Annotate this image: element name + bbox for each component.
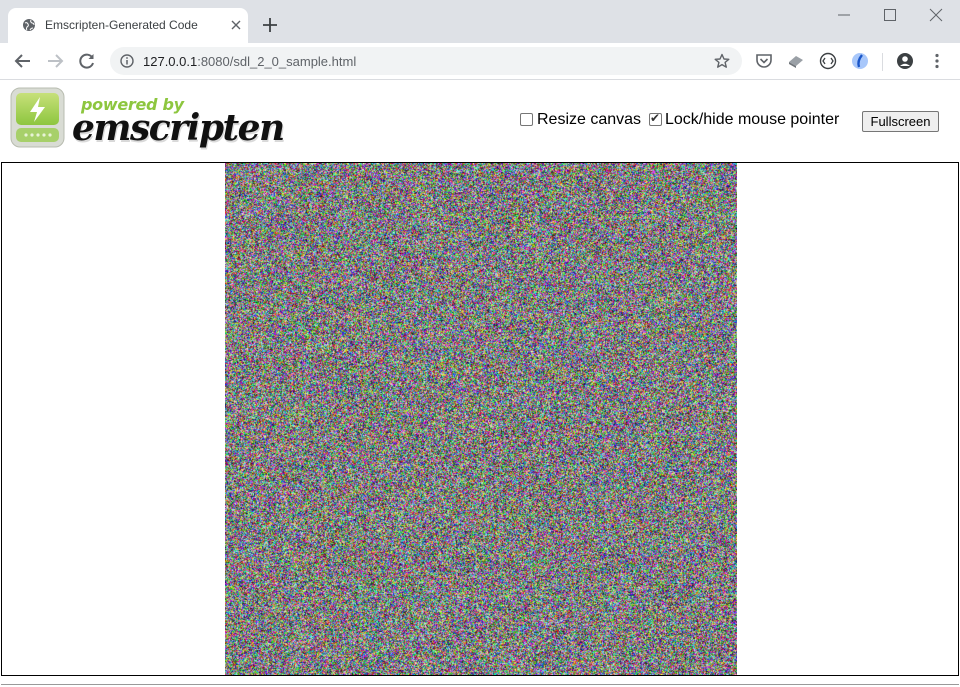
forward-icon[interactable] (46, 52, 64, 70)
star-icon[interactable] (714, 53, 730, 69)
canvas-container (1, 162, 959, 676)
resize-canvas-label: Resize canvas (537, 111, 641, 129)
maximize-icon[interactable] (883, 8, 897, 22)
emscripten-logo: powered by emscripten (10, 87, 285, 153)
globe-icon (22, 18, 36, 32)
profile-icon[interactable] (896, 52, 914, 70)
extension2-icon[interactable] (851, 52, 869, 70)
page-content: powered by emscripten Resize canvas Lock… (0, 80, 960, 687)
tab-active[interactable]: Emscripten-Generated Code (8, 8, 248, 43)
fullscreen-button[interactable]: Fullscreen (862, 111, 939, 132)
resize-canvas-checkbox[interactable] (520, 113, 533, 126)
lock-pointer-checkbox[interactable] (649, 113, 662, 126)
lightning-badge-icon (10, 87, 65, 148)
url-host: 127.0.0.1 (143, 54, 197, 69)
browser-toolbar: 127.0.0.1:8080/sdl_2_0_sample.html (0, 43, 960, 80)
output-area (1, 677, 959, 685)
close-icon[interactable] (228, 17, 244, 33)
menu-icon[interactable] (928, 52, 946, 70)
logo-wordmark: emscripten (72, 107, 284, 149)
back-icon[interactable] (14, 52, 32, 70)
tab-title: Emscripten-Generated Code (45, 18, 198, 32)
pocket-icon[interactable] (755, 52, 773, 70)
url-path: :8080/sdl_2_0_sample.html (197, 54, 356, 69)
address-bar[interactable]: 127.0.0.1:8080/sdl_2_0_sample.html (110, 47, 742, 75)
minimize-icon[interactable] (837, 8, 851, 22)
code-icon[interactable] (819, 52, 837, 70)
extension-icon[interactable] (787, 52, 805, 70)
reload-icon[interactable] (78, 52, 96, 70)
info-icon[interactable] (120, 54, 134, 68)
url-text[interactable]: 127.0.0.1:8080/sdl_2_0_sample.html (143, 54, 356, 69)
sdl-canvas[interactable] (225, 163, 737, 675)
browser-titlebar: Emscripten-Generated Code (0, 0, 960, 43)
lock-pointer-label: Lock/hide mouse pointer (665, 111, 839, 129)
plus-icon[interactable] (261, 16, 279, 34)
toolbar-divider (882, 53, 883, 71)
close-window-icon[interactable] (929, 8, 943, 22)
